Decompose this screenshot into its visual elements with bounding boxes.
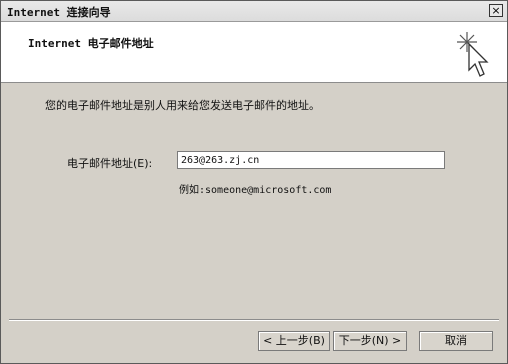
email-label: 电子邮件地址(E): [67, 157, 153, 170]
wizard-cursor-sparkle-icon [457, 32, 489, 77]
cancel-button[interactable]: 取消 [419, 331, 493, 351]
window-title: Internet 连接向导 [7, 6, 111, 19]
page-title: Internet 电子邮件地址 [28, 37, 154, 50]
close-button[interactable]: × [489, 4, 503, 17]
back-button[interactable]: < 上一步(B) [258, 331, 330, 351]
button-separator [9, 319, 499, 321]
title-bar: Internet 连接向导 × [1, 1, 507, 22]
next-button[interactable]: 下一步(N) > [333, 331, 407, 351]
wizard-window: Internet 连接向导 × Internet 电子邮件地址 您的电子邮件地址… [0, 0, 508, 364]
example-text: 例如:someone@microsoft.com [179, 185, 332, 196]
description-text: 您的电子邮件地址是别人用来给您发送电子邮件的地址。 [45, 99, 320, 112]
email-field[interactable] [177, 151, 445, 169]
wizard-header: Internet 电子邮件地址 [1, 22, 507, 83]
